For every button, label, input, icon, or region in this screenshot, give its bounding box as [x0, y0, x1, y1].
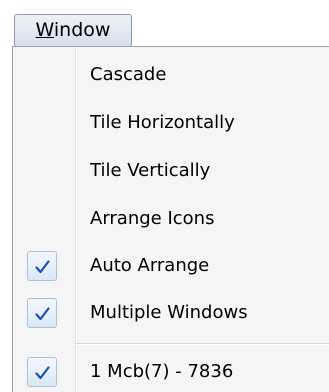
- checkmark-icon: [27, 251, 57, 281]
- menu-item-label: Auto Arrange: [90, 255, 210, 276]
- menu-item-cascade[interactable]: Cascade: [13, 55, 329, 95]
- menu-item-label: Cascade: [90, 64, 167, 85]
- checkmark-icon: [27, 357, 57, 387]
- menu-item-multiple-windows[interactable]: Multiple Windows: [13, 293, 329, 333]
- menu-separator: [75, 343, 329, 344]
- menu-item-auto-arrange[interactable]: Auto Arrange: [13, 246, 329, 286]
- menu-item-arrange-icons[interactable]: Arrange Icons: [13, 199, 329, 239]
- menu-item-label: Multiple Windows: [90, 302, 248, 323]
- menu-item-tile-vertically[interactable]: Tile Vertically: [13, 151, 329, 191]
- menu-item-label: 1 Mcb(7) - 7836: [90, 361, 234, 382]
- menu-item-label: Tile Vertically: [90, 160, 211, 181]
- menu-item-label: Arrange Icons: [90, 208, 215, 229]
- window-menu-button[interactable]: Window: [14, 14, 132, 47]
- menu-item-window-1[interactable]: 1 Mcb(7) - 7836: [13, 352, 329, 392]
- window-menu-label: indow: [53, 19, 111, 41]
- checkmark-icon: [27, 298, 57, 328]
- window-menu-screenshot: Window Cascade Tile Horizontally Tile Ve…: [0, 0, 329, 392]
- menu-item-tile-horizontally[interactable]: Tile Horizontally: [13, 103, 329, 143]
- menu-item-label: Tile Horizontally: [90, 112, 235, 133]
- window-menu-mnemonic: W: [35, 19, 54, 41]
- window-dropdown-menu: Cascade Tile Horizontally Tile Verticall…: [12, 46, 329, 392]
